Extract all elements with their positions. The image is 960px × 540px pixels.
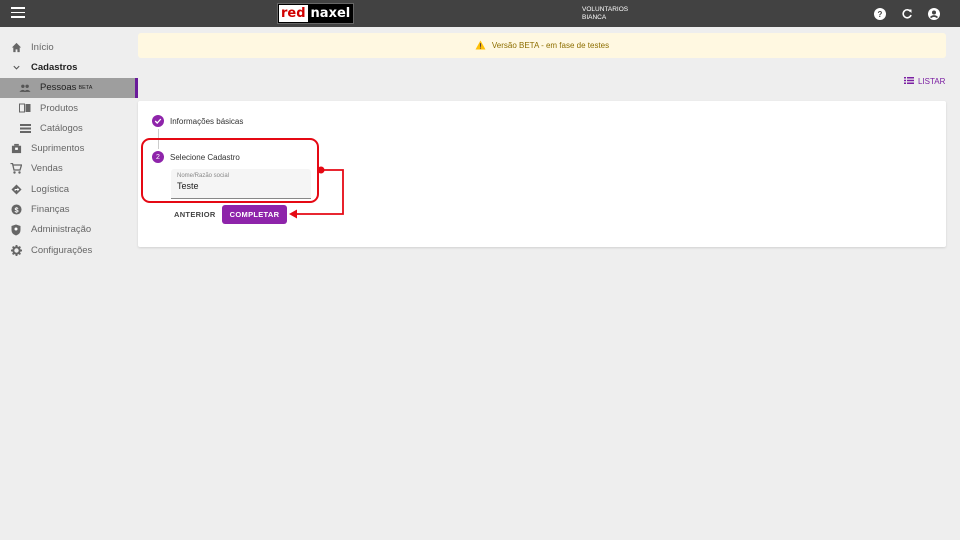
banner-text: Versão BETA - em fase de testes [491,41,610,50]
organization-name: VOLUNTARIOS [582,6,629,13]
help-icon[interactable]: ? [873,7,886,20]
sidebar-item-pessoas[interactable]: Pessoas BETA [0,77,138,99]
sidebar-item-label: Vendas [31,163,63,175]
beta-badge: BETA [78,84,93,91]
check-icon [152,115,164,127]
listar-label: LISTAR [918,77,946,86]
sidebar-item-label: Configurações [31,244,93,256]
completar-button[interactable]: COMPLETAR [222,205,287,224]
top-app-bar: red naxel VOLUNTARIOS BIANCA ? [0,0,960,27]
refresh-icon[interactable] [900,7,913,20]
sidebar-item-inicio[interactable]: Início [0,37,135,57]
list-icon [19,122,31,134]
chevron-down-icon [10,61,22,73]
dollar-icon: $ [10,204,22,216]
sidebar-item-suprimentos[interactable]: Suprimentos [0,138,135,158]
sidebar-item-catalogos[interactable]: Catálogos [0,118,135,138]
anterior-button[interactable]: ANTERIOR [170,207,220,222]
list-icon [904,77,914,86]
box-icon [10,143,22,155]
home-icon [10,41,22,53]
annotation-arrow [289,166,344,219]
sidebar-item-label: Logística [31,183,70,195]
account-icon[interactable] [927,7,940,20]
sidebar-item-label: Cadastros [31,61,78,73]
listar-button[interactable]: LISTAR [904,77,945,86]
sidebar-item-logistica[interactable]: Logística [0,179,135,199]
gear-icon [10,244,22,256]
sidebar-item-label: Produtos [40,102,79,114]
svg-text:$: $ [14,205,18,214]
sidebar-item-label: Finanças [31,204,70,216]
annotation-highlight-box [141,138,319,203]
route-icon [10,183,22,195]
sidebar-item-label: Suprimentos [31,143,85,155]
sidebar-item-label: Início [31,41,54,53]
sidebar-item-label: Administração [31,224,92,236]
step-label: Informações básicas [170,116,244,126]
logo-red-text: red [279,5,308,22]
sidebar-item-financas[interactable]: $ Finanças [0,199,135,219]
sidebar-item-label: Pessoas [40,82,77,94]
sidebar-nav: Início Cadastros Pessoas BETA Produtos Ca… [0,37,138,260]
book-icon [19,102,31,114]
sidebar-item-configuracoes[interactable]: Configurações [0,240,135,260]
warning-icon [475,39,486,52]
sidebar-item-vendas[interactable]: Vendas [0,159,135,179]
app-logo: red naxel [277,3,355,24]
people-icon [19,82,31,94]
svg-text:?: ? [877,10,882,19]
menu-icon[interactable] [11,7,25,19]
sidebar-item-label: Catálogos [40,122,83,134]
shield-icon [10,224,22,236]
logo-naxel-text: naxel [310,6,351,21]
cart-icon [10,163,22,175]
user-name: BIANCA [582,14,607,21]
sidebar-item-produtos[interactable]: Produtos [0,98,135,118]
sidebar-item-cadastros[interactable]: Cadastros [0,57,135,77]
organization-info: VOLUNTARIOS BIANCA [582,6,628,22]
beta-banner: Versão BETA - em fase de testes [138,33,946,58]
sidebar-item-administracao[interactable]: Administração [0,220,135,240]
step-informacoes-basicas[interactable]: Informações básicas [152,115,243,127]
